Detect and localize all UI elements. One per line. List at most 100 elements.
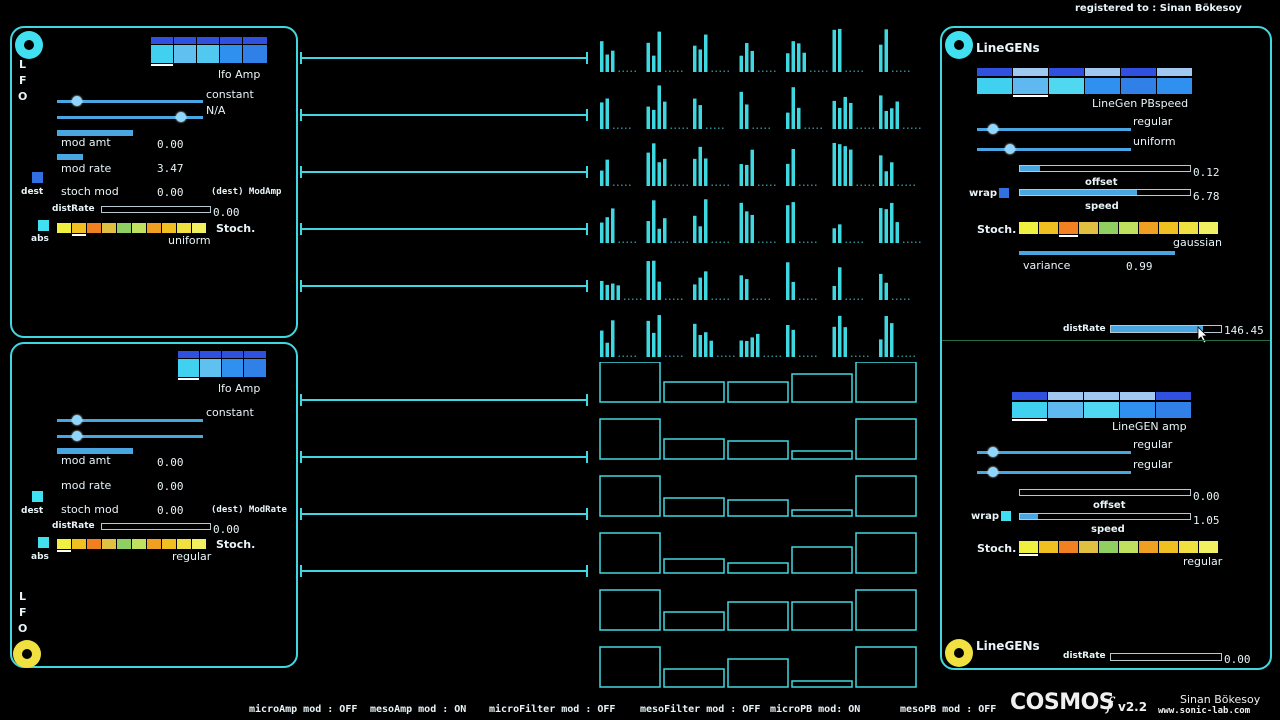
linegen1-slider-1[interactable] bbox=[977, 128, 1131, 131]
meso-grain-box bbox=[599, 589, 661, 631]
lfo2-stoch-mod-label: stoch mod bbox=[61, 503, 119, 516]
micro-grain-dot bbox=[715, 241, 717, 243]
micro-grain-bar bbox=[657, 228, 661, 243]
linegen1-slider-2[interactable] bbox=[977, 148, 1131, 151]
micro-grain-dot bbox=[771, 355, 773, 357]
linegen2-distrate-label: distRate bbox=[1063, 651, 1106, 661]
micro-grain-bar bbox=[657, 315, 661, 357]
micro-grain-dot bbox=[919, 127, 921, 129]
micro-grain-dot bbox=[756, 298, 758, 300]
lfo2-slider-1-knob[interactable] bbox=[72, 415, 82, 425]
linegen2-slider-2-knob[interactable] bbox=[988, 467, 998, 477]
micro-grain-dot bbox=[807, 241, 809, 243]
micro-grain-dot bbox=[632, 298, 634, 300]
lfo2-mod-amt-value: 0.00 bbox=[157, 456, 184, 469]
micro-grain-dot bbox=[723, 184, 725, 186]
micro-grain-dot bbox=[799, 298, 801, 300]
micro-grain-dot bbox=[915, 127, 917, 129]
linegen1-wrap-toggle[interactable] bbox=[999, 188, 1009, 198]
lfo1-dest-toggle[interactable] bbox=[32, 172, 43, 183]
connection-line bbox=[300, 166, 588, 178]
status-micropb: microPB mod: ON bbox=[770, 704, 861, 715]
lfo1-power-icon[interactable] bbox=[15, 31, 43, 59]
lfo1-mode2: N/A bbox=[206, 104, 226, 117]
micro-grain-bar bbox=[605, 342, 609, 357]
micro-grain-dot bbox=[820, 127, 822, 129]
micro-grain-bar bbox=[890, 108, 894, 129]
micro-grain-dot bbox=[673, 298, 675, 300]
micro-grain-dot bbox=[686, 184, 688, 186]
status-mesopb: mesoPB mod : OFF bbox=[900, 704, 997, 715]
lfo2-abs-toggle[interactable] bbox=[38, 537, 49, 548]
micro-grain-dot bbox=[670, 127, 672, 129]
lfo2-distrate-slider[interactable] bbox=[101, 523, 211, 530]
linegen1-stoch-palette[interactable] bbox=[1019, 222, 1219, 237]
micro-grain-dot bbox=[665, 355, 667, 357]
micro-grain-bar bbox=[693, 323, 697, 357]
micro-grain-bar bbox=[797, 107, 801, 129]
connection-line bbox=[300, 280, 588, 292]
micro-grain-dot bbox=[768, 127, 770, 129]
micro-grain-dot bbox=[678, 184, 680, 186]
micro-grain-dot bbox=[625, 127, 627, 129]
linegen1-variance-bar[interactable] bbox=[1019, 251, 1175, 255]
micro-grain-bar bbox=[616, 285, 620, 300]
linegen1-power-icon[interactable] bbox=[945, 31, 973, 59]
meso-grain-box bbox=[663, 438, 725, 460]
linegen2-speed-value: 1.05 bbox=[1193, 514, 1220, 527]
micro-grain-dot bbox=[857, 70, 859, 72]
micro-grain-dot bbox=[774, 241, 776, 243]
linegen1-variance-label: variance bbox=[1023, 259, 1071, 272]
lfo1-distrate-label: distRate bbox=[52, 204, 95, 214]
linegen1-slider-1-knob[interactable] bbox=[988, 124, 998, 134]
lfo1-wave-selector[interactable] bbox=[151, 37, 267, 67]
linegen2-offset-slider[interactable] bbox=[1019, 489, 1191, 496]
lfo2-dest-toggle[interactable] bbox=[32, 491, 43, 502]
lfo2-slider-2-knob[interactable] bbox=[72, 431, 82, 441]
micro-grain-bar bbox=[797, 43, 801, 72]
meso-grain-box bbox=[791, 509, 853, 517]
linegen2-distrate-slider[interactable] bbox=[1110, 653, 1222, 661]
lfo1-distrate-slider[interactable] bbox=[101, 206, 211, 213]
linegen2-slider-1[interactable] bbox=[977, 451, 1131, 454]
micro-grain-dot bbox=[682, 127, 684, 129]
linegen2-slider-2[interactable] bbox=[977, 471, 1131, 474]
micro-grain-dot bbox=[715, 184, 717, 186]
micro-grain-bar bbox=[879, 155, 883, 186]
micro-grain-bar bbox=[838, 224, 842, 243]
connection-line bbox=[300, 109, 588, 121]
lfo2-power-icon[interactable] bbox=[13, 640, 41, 668]
micro-grain-bar bbox=[657, 31, 661, 72]
micro-grain-bar bbox=[739, 164, 743, 186]
micro-grain-bar bbox=[791, 41, 795, 72]
lfo1-mod-rate-bar[interactable] bbox=[57, 154, 83, 160]
linegen2-slider-1-knob[interactable] bbox=[988, 447, 998, 457]
micro-grain-bar bbox=[605, 284, 609, 300]
linegen2-wrap-toggle[interactable] bbox=[1001, 511, 1011, 521]
linegen2-stoch-palette[interactable] bbox=[1019, 541, 1219, 556]
micro-grain-dot bbox=[669, 70, 671, 72]
micro-grain-bar bbox=[890, 202, 894, 243]
lfo1-dest-label: dest bbox=[21, 187, 44, 197]
lfo1-slider-2-knob[interactable] bbox=[176, 112, 186, 122]
lfo2-wave-selector[interactable] bbox=[178, 351, 268, 381]
micro-grain-dot bbox=[849, 241, 851, 243]
micro-grain-dot bbox=[717, 355, 719, 357]
linegen2-speed-slider[interactable] bbox=[1019, 513, 1191, 520]
linegen1-offset-slider[interactable] bbox=[1019, 165, 1191, 172]
lfo2-stoch-palette[interactable] bbox=[57, 539, 209, 552]
micro-grain-bar bbox=[791, 202, 795, 243]
micro-grain-bar bbox=[698, 226, 702, 243]
micro-grain-dot bbox=[864, 127, 866, 129]
lfo1-slider-1-knob[interactable] bbox=[72, 96, 82, 106]
linegen2-wave-selector[interactable] bbox=[1012, 392, 1193, 422]
micro-grain-bar bbox=[600, 330, 604, 357]
lfo1-abs-toggle[interactable] bbox=[38, 220, 49, 231]
lfo1-stoch-palette[interactable] bbox=[57, 223, 209, 236]
linegen2-power-icon[interactable] bbox=[945, 639, 973, 667]
linegen1-wave-selector[interactable] bbox=[977, 68, 1193, 98]
linegen1-slider-2-knob[interactable] bbox=[1005, 144, 1015, 154]
micro-grain-bar bbox=[693, 215, 697, 243]
linegen1-speed-slider[interactable] bbox=[1019, 189, 1191, 196]
micro-grain-dot bbox=[674, 241, 676, 243]
